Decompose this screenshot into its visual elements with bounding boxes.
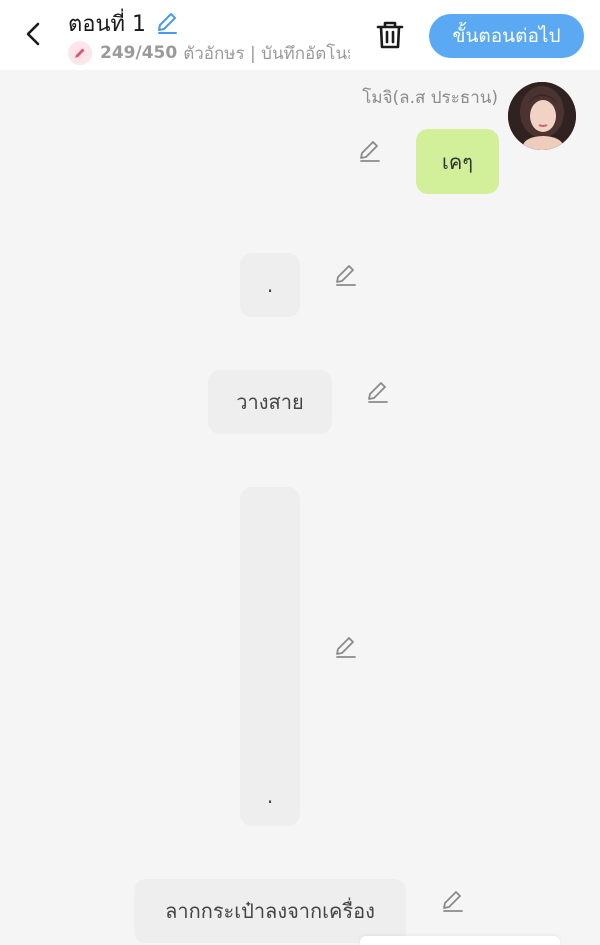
narration-bubble[interactable]: วางสาย xyxy=(208,370,332,434)
speaker-name: โมจิ(ล.ส ประธาน) xyxy=(362,88,498,108)
character-count: 249/450 xyxy=(100,43,178,63)
episode-editor: ตอนที่ 1 249/450 ตัวอักษร | บันทึกอัตโนม… xyxy=(0,0,600,945)
next-step-button[interactable]: ขั้นตอนต่อไป xyxy=(429,14,584,58)
pencil-icon[interactable] xyxy=(357,138,383,164)
pencil-icon[interactable] xyxy=(154,10,180,36)
pencil-icon xyxy=(68,41,92,65)
pencil-icon[interactable] xyxy=(440,888,466,914)
episode-title-row: ตอนที่ 1 xyxy=(68,8,180,38)
avatar[interactable] xyxy=(508,82,576,150)
autosave-status: ตัวอักษร | บันทึกอัตโนมัติ xyxy=(183,43,350,64)
narration-bubble[interactable]: ลากกระเป๋าลงจากเครื่อง xyxy=(134,879,406,943)
narration-bubble[interactable]: . xyxy=(240,253,300,317)
episode-title: ตอนที่ 1 xyxy=(68,11,147,37)
save-status-row: 249/450 ตัวอักษร | บันทึกอัตโนมัติ xyxy=(68,40,350,66)
bottom-sheet-handle[interactable] xyxy=(360,936,560,945)
message-bubble[interactable]: เคๆ xyxy=(416,129,499,194)
narration-text: . xyxy=(266,784,274,808)
pencil-icon[interactable] xyxy=(333,262,359,288)
pencil-icon[interactable] xyxy=(333,634,359,660)
top-bar: ตอนที่ 1 249/450 ตัวอักษร | บันทึกอัตโนม… xyxy=(0,0,600,70)
chevron-left-icon[interactable] xyxy=(18,18,50,50)
pencil-icon[interactable] xyxy=(365,379,391,405)
narration-bubble[interactable]: . xyxy=(240,487,300,826)
trash-icon[interactable] xyxy=(372,17,408,53)
